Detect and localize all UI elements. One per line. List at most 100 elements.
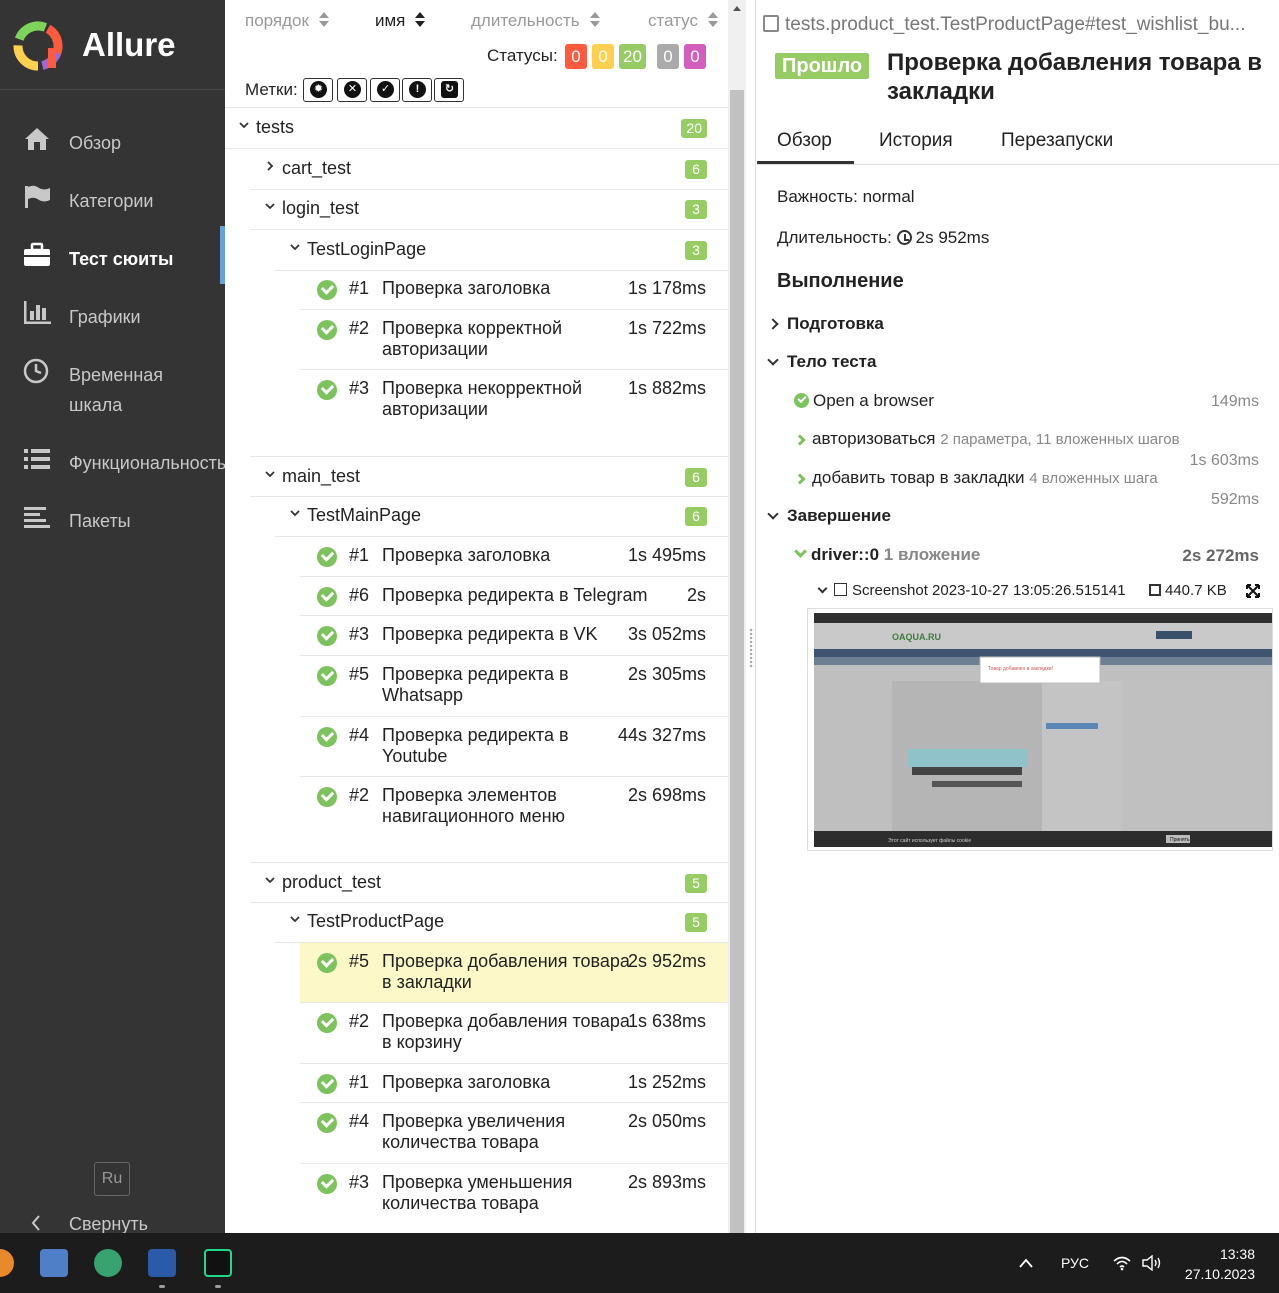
status-filter-broken[interactable]: 0 (592, 44, 614, 69)
test-row[interactable]: #3 Проверка некорректной авторизации 1s … (300, 370, 728, 456)
screenshot-attachment[interactable]: OAQUA.RU Товар добавлен в закладки! Этот… (807, 608, 1273, 851)
test-row[interactable]: #6 Проверка редиректа в Telegram 2s (300, 577, 728, 616)
globe-icon[interactable] (94, 1249, 122, 1277)
test-detail-pane: tests.product_test.TestProductPage#test_… (757, 0, 1279, 1233)
bar-chart-icon (24, 301, 51, 324)
mark-new-passed-button[interactable]: ✓ (370, 78, 400, 102)
tree-group-tests[interactable]: tests 20 (225, 108, 728, 149)
tree-scrollbar-thumb[interactable] (730, 90, 744, 1233)
status-filter-unknown[interactable]: 0 (684, 44, 706, 69)
teardown-step[interactable]: driver::0 1 вложение (794, 545, 980, 565)
times-circle-icon: ✕ (344, 81, 361, 98)
tree-group-cart-test[interactable]: cart_test 6 (250, 149, 728, 190)
step-row[interactable]: Open a browser (794, 391, 934, 411)
wifi-icon[interactable] (1112, 1255, 1132, 1271)
test-row[interactable]: #3 Проверка уменьшения количества товара… (300, 1164, 728, 1226)
clock[interactable]: 13:38 27.10.2023 (1182, 1244, 1255, 1284)
language-button[interactable]: Ru (94, 1162, 130, 1196)
section-teardown[interactable]: Завершение (767, 506, 891, 526)
test-row[interactable]: #4 Проверка увеличения количества товара… (300, 1103, 728, 1164)
sort-by-status[interactable]: статус (648, 11, 718, 31)
test-row[interactable]: #1 Проверка заголовка 1s 495ms (300, 537, 728, 577)
pycharm-icon[interactable] (204, 1249, 232, 1277)
test-number: #2 (349, 1011, 370, 1031)
test-row[interactable]: #4 Проверка редиректа в Youtube 44s 327m… (300, 717, 728, 777)
chevron-up-icon[interactable] (1018, 1257, 1034, 1269)
passed-icon (317, 1113, 337, 1133)
tab-history[interactable]: История (879, 130, 953, 152)
test-duration: 3s 052ms (627, 624, 706, 644)
mark-new-broken-button[interactable]: ! (402, 78, 432, 102)
nav-label: Обзор (69, 133, 121, 153)
test-row[interactable]: #2 Проверка добавления товара в корзину … (300, 1003, 728, 1064)
refresh-icon: ↻ (441, 81, 458, 98)
nav-behaviors[interactable]: Функциональность (0, 430, 226, 488)
screenshot-cookie-text: Этот сайт использует файлы cookie (888, 837, 971, 844)
test-row[interactable]: #3 Проверка редиректа в VK 3s 052ms (300, 616, 728, 656)
section-test-body[interactable]: Тело теста (767, 352, 876, 372)
test-row[interactable]: #1 Проверка заголовка 1s 252ms (300, 1064, 728, 1103)
mark-flaky-button[interactable]: ✹ (303, 78, 333, 102)
running-indicator (215, 1285, 221, 1288)
group-count-badge: 6 (685, 160, 707, 179)
expand-icon[interactable] (1246, 584, 1260, 598)
test-duration: 2s 305ms (627, 664, 706, 684)
status-filter-passed[interactable]: 20 (619, 44, 646, 69)
chevron-right-icon (794, 434, 806, 446)
test-row-selected[interactable]: #5 Проверка добавления товара в закладки… (300, 943, 728, 1003)
test-name: Проверка редиректа в VK (382, 624, 598, 644)
nav-suites[interactable]: Тест сюиты (0, 226, 225, 284)
logo[interactable]: Allure (0, 0, 225, 90)
group-count-badge: 20 (681, 119, 707, 138)
test-row[interactable]: #2 Проверка элементов навигационного мен… (300, 777, 728, 862)
test-row[interactable]: #1 Проверка заголовка 1s 178ms (300, 270, 728, 310)
tree-group-testloginpage[interactable]: TestLoginPage 3 (275, 230, 728, 271)
test-number: #4 (349, 1111, 370, 1131)
status-filter-skipped[interactable]: 0 (657, 44, 679, 69)
passed-icon (317, 1013, 337, 1033)
computer-icon[interactable] (40, 1249, 68, 1277)
nav-packages[interactable]: Пакеты (0, 488, 225, 546)
mark-new-failed-button[interactable]: ✕ (337, 78, 367, 102)
sort-by-name[interactable]: имя (375, 11, 426, 31)
test-duration: 2s 893ms (627, 1172, 706, 1192)
input-language[interactable]: РУС (1061, 1255, 1089, 1271)
firefox-icon[interactable] (0, 1249, 14, 1277)
tree-group-product-test[interactable]: product_test 5 (250, 862, 728, 903)
step-row[interactable]: авторизоваться 2 параметра, 11 вложенных… (794, 429, 1180, 449)
sort-label: порядок (245, 11, 309, 30)
chevron-down-icon (290, 916, 300, 923)
nav-graphs[interactable]: Графики (0, 284, 225, 342)
nav-timeline[interactable]: Временная шкала (0, 342, 225, 422)
splitter-grip-icon[interactable] (749, 628, 754, 668)
tree-group-testmainpage[interactable]: TestMainPage 6 (275, 496, 728, 537)
volume-icon[interactable] (1141, 1255, 1163, 1271)
pane-splitter[interactable] (746, 0, 756, 1233)
tab-overview[interactable]: Обзор (777, 130, 832, 152)
sort-by-duration[interactable]: длительность (471, 11, 600, 31)
word-icon[interactable] (148, 1249, 176, 1277)
group-name: main_test (282, 466, 361, 486)
nav-overview[interactable]: Обзор (0, 110, 225, 168)
chevron-down-icon (290, 510, 300, 517)
section-setup[interactable]: Подготовка (767, 314, 884, 334)
tab-retries[interactable]: Перезапуски (1001, 130, 1113, 152)
severity-info: Важность: normal (777, 187, 915, 206)
passed-icon (794, 393, 809, 408)
tree-group-main-test[interactable]: main_test 6 (250, 456, 728, 497)
step-row[interactable]: добавить товар в закладки 4 вложенных ша… (794, 468, 1158, 488)
group-count-badge: 3 (685, 241, 707, 260)
tree-group-login-test[interactable]: login_test 3 (250, 189, 728, 230)
test-row[interactable]: #5 Проверка редиректа в Whatsapp 2s 305m… (300, 656, 728, 717)
group-name: cart_test (282, 158, 352, 178)
copy-icon[interactable] (763, 15, 779, 32)
mark-retries-button[interactable]: ↻ (434, 78, 464, 102)
allure-logo-icon (13, 21, 63, 71)
status-filter-failed[interactable]: 0 (565, 44, 587, 69)
scroll-up-arrow-icon[interactable] (733, 6, 741, 11)
marks-label: Метки: (245, 80, 298, 99)
sort-by-order[interactable]: порядок (245, 11, 329, 31)
test-row[interactable]: #2 Проверка корректной авторизации 1s 72… (300, 310, 728, 370)
tree-group-testproductpage[interactable]: TestProductPage 5 (275, 902, 728, 943)
nav-categories[interactable]: Категории (0, 168, 225, 226)
